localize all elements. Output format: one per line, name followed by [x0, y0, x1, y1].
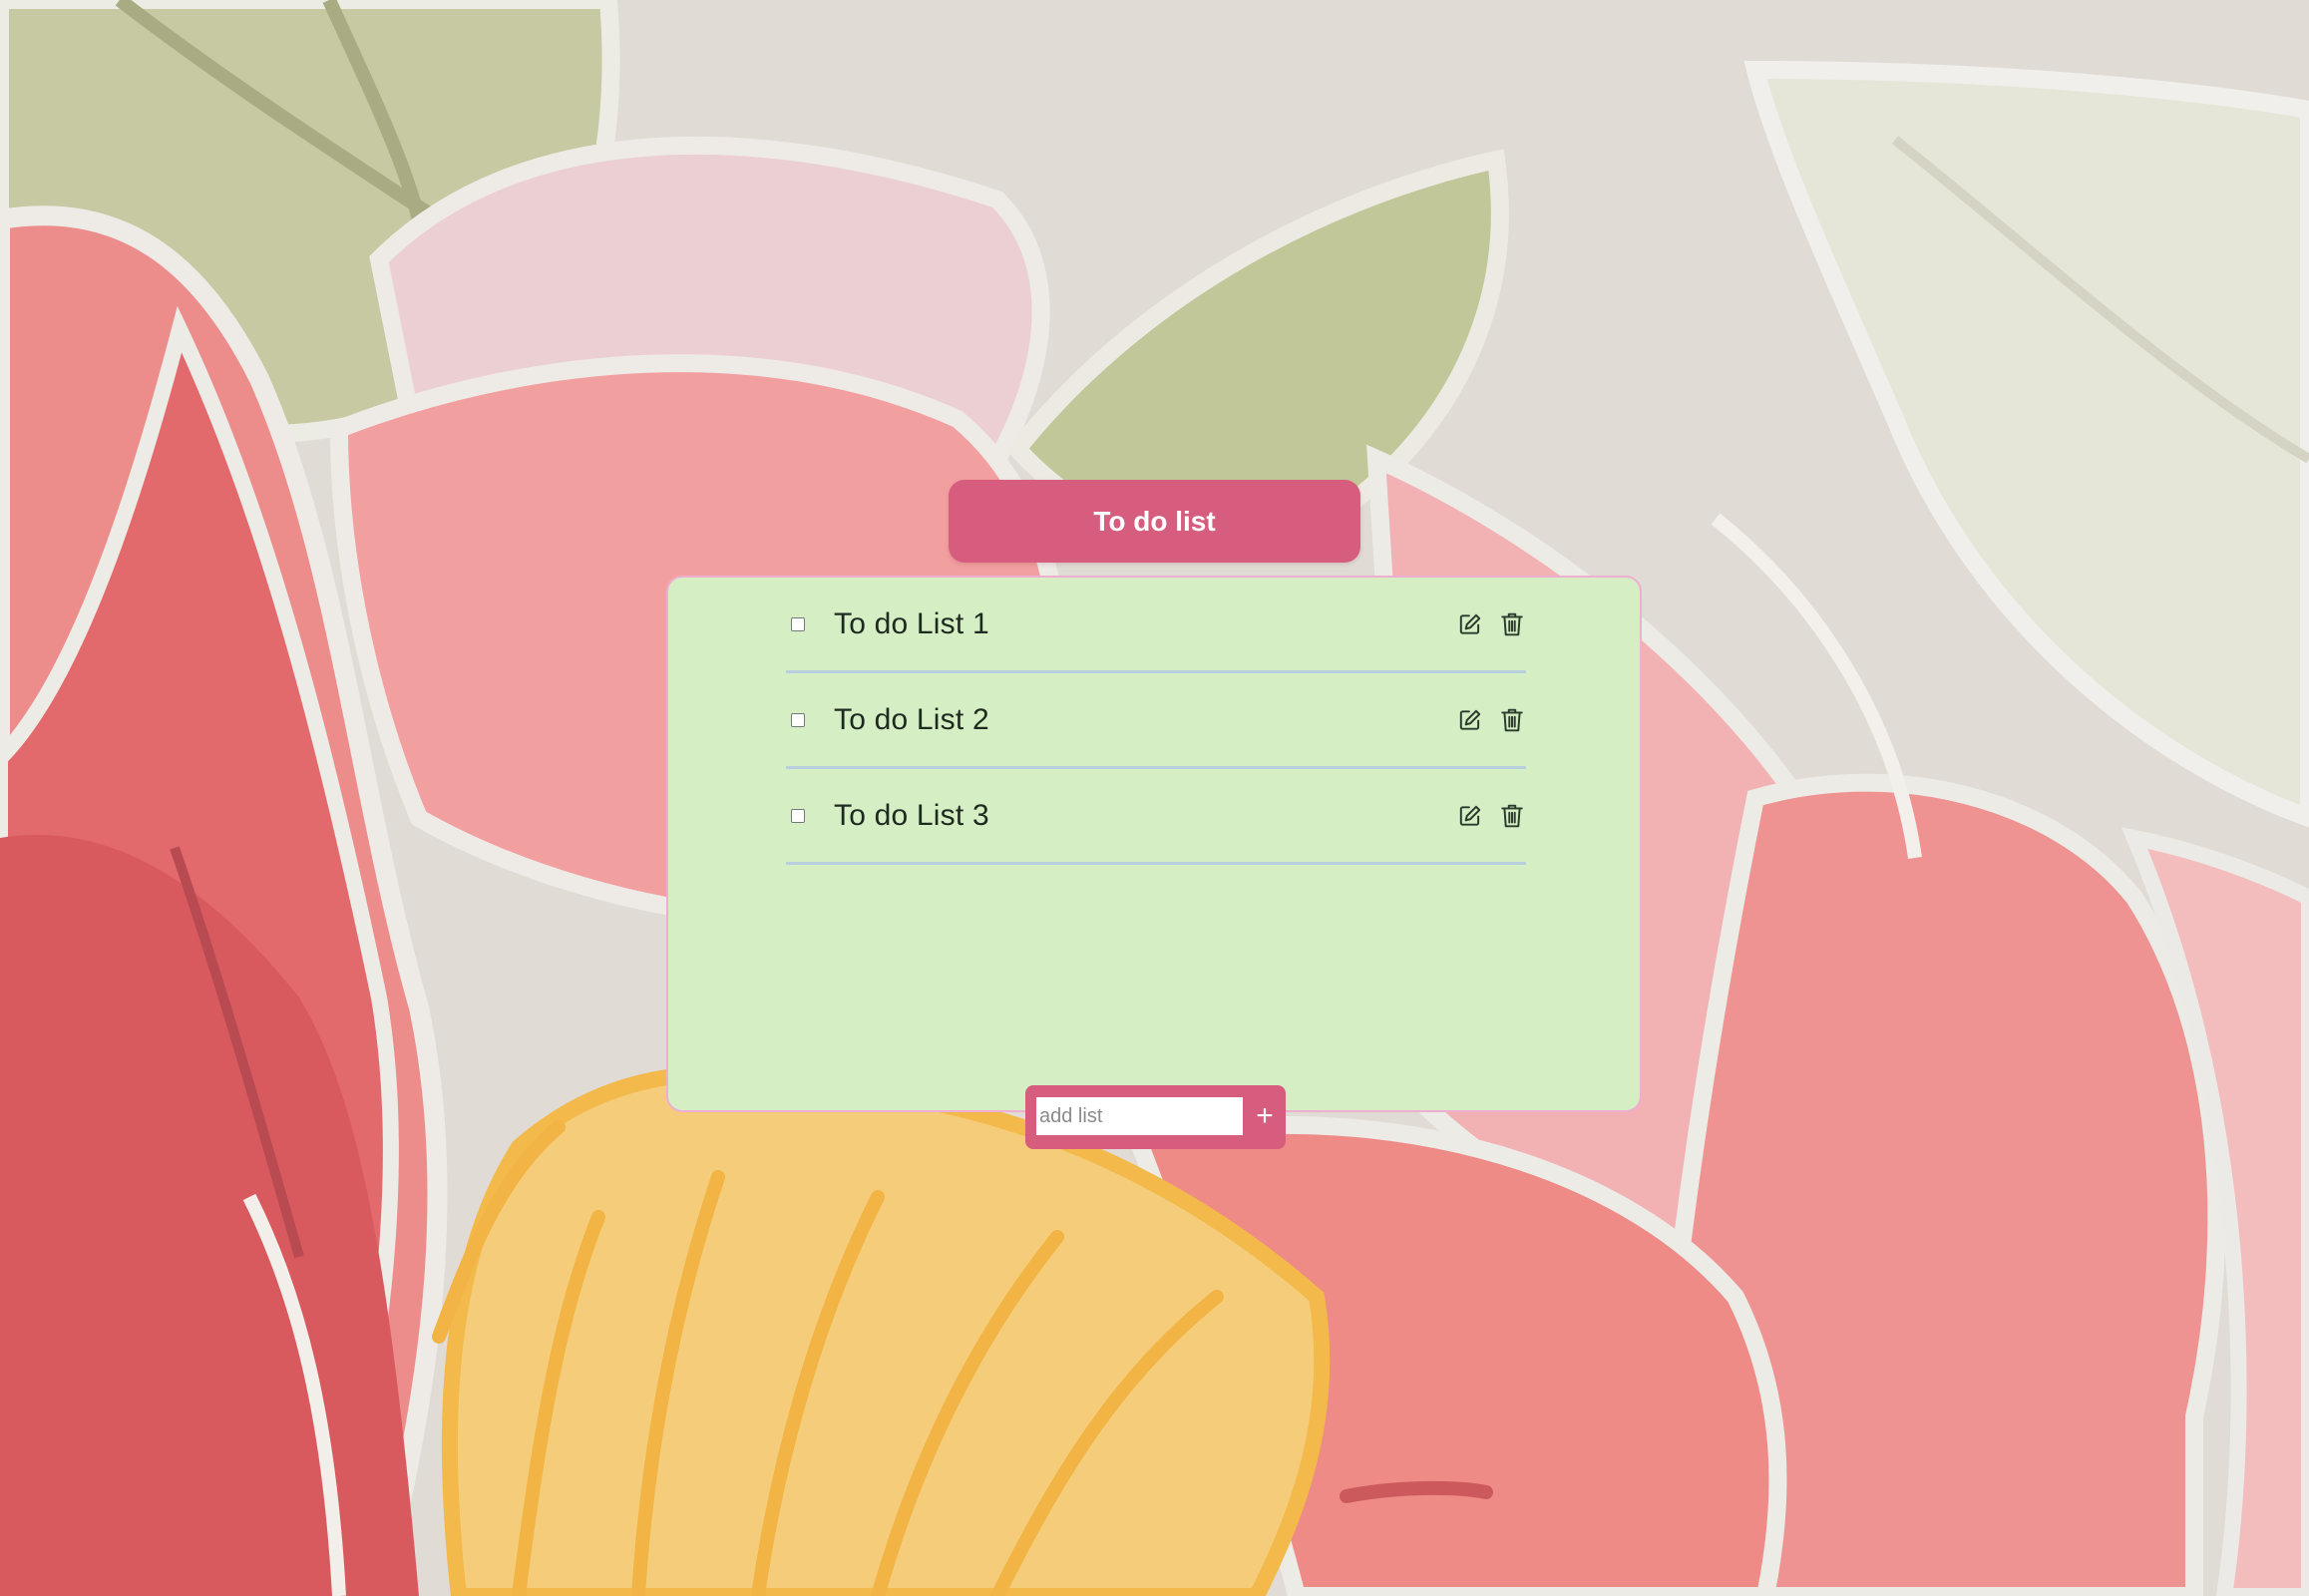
delete-button[interactable] [1498, 802, 1526, 830]
page-title: To do list [949, 480, 1360, 563]
add-list-button[interactable]: + [1247, 1097, 1283, 1135]
trash-icon [1501, 612, 1523, 635]
todo-item-label: To do List 1 [834, 606, 989, 640]
todo-item: To do List 1 [786, 578, 1526, 673]
todo-item-label: To do List 3 [834, 798, 989, 832]
add-list-input[interactable] [1036, 1097, 1243, 1135]
edit-button[interactable] [1456, 706, 1484, 734]
add-list-form: + [1025, 1085, 1286, 1149]
trash-icon [1501, 804, 1523, 827]
edit-icon [1459, 613, 1481, 634]
edit-icon [1459, 805, 1481, 826]
todo-item-label: To do List 2 [834, 702, 989, 736]
edit-button[interactable] [1456, 610, 1484, 638]
todo-checkbox[interactable] [791, 712, 805, 727]
edit-icon [1459, 709, 1481, 730]
todo-item: To do List 2 [786, 673, 1526, 769]
todo-checkbox[interactable] [791, 808, 805, 823]
delete-button[interactable] [1498, 610, 1526, 638]
todo-item: To do List 3 [786, 769, 1526, 865]
todo-checkbox[interactable] [791, 616, 805, 631]
todo-panel: To do List 1 To do List 2 To do List 3 [666, 576, 1642, 1112]
trash-icon [1501, 708, 1523, 731]
todo-list: To do List 1 To do List 2 To do List 3 [786, 578, 1526, 865]
edit-button[interactable] [1456, 802, 1484, 830]
delete-button[interactable] [1498, 706, 1526, 734]
